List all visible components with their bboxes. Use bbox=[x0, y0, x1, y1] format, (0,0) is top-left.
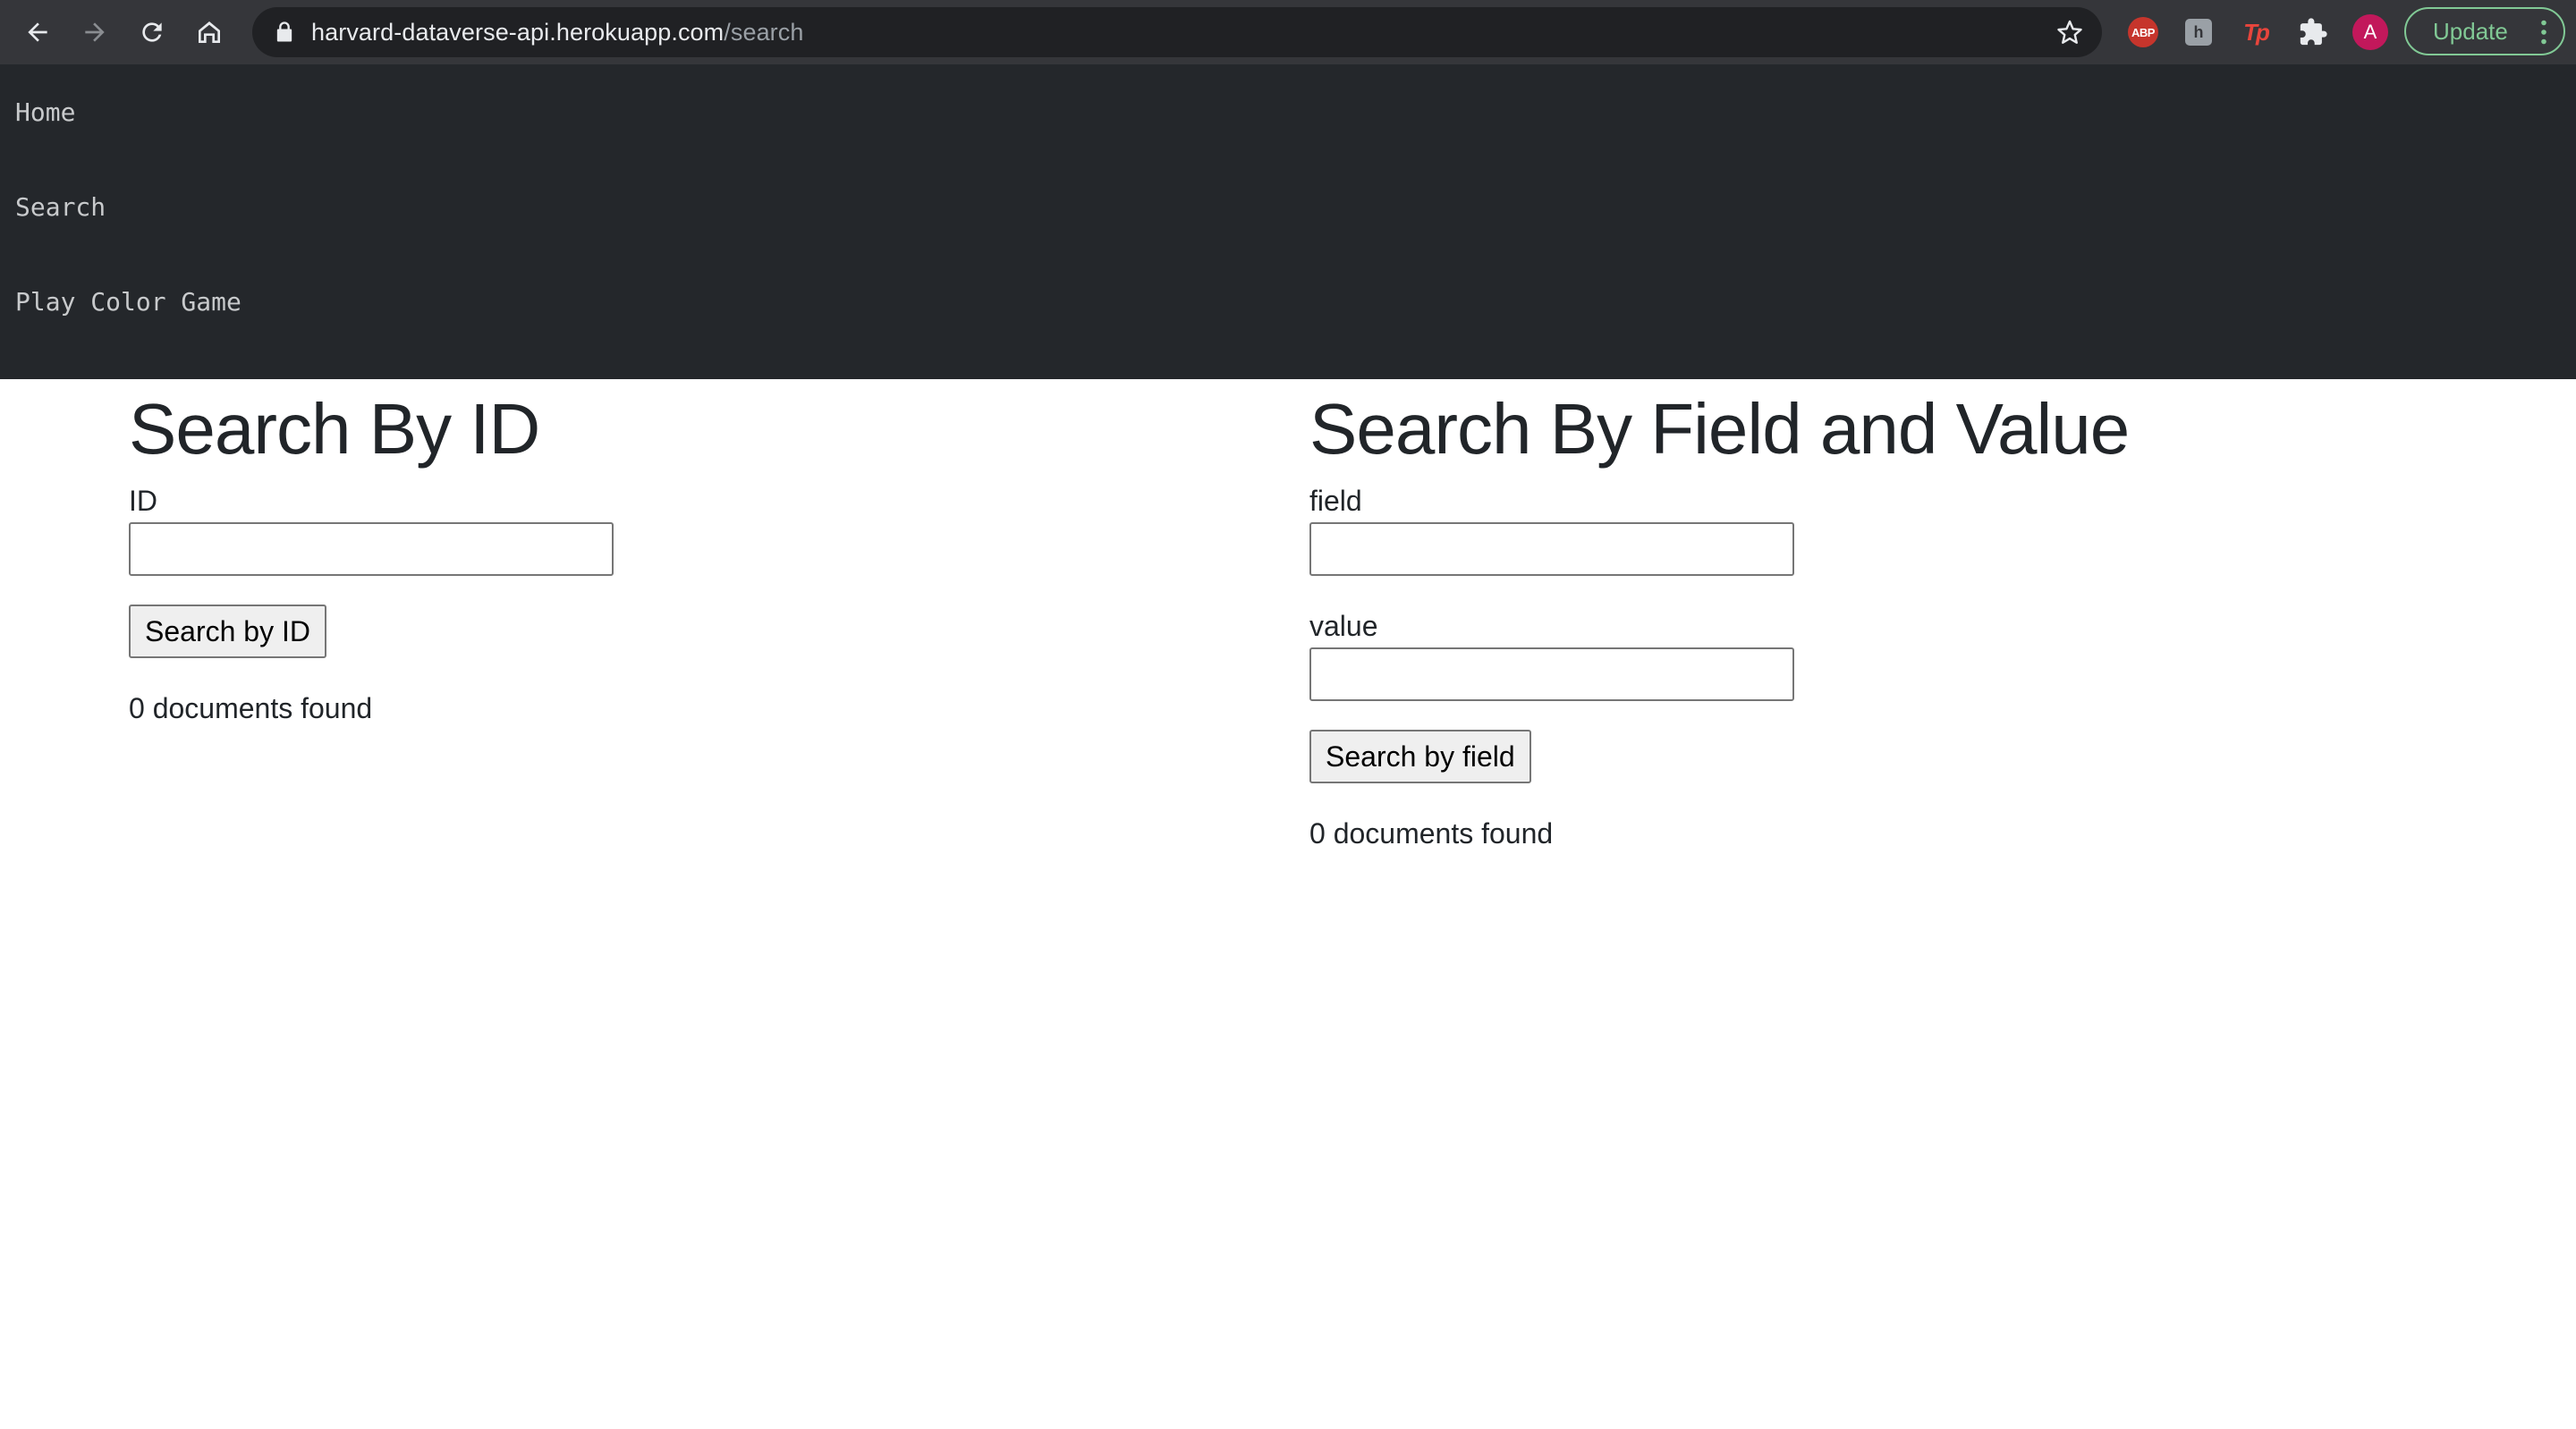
field-results-count: 0 documents found bbox=[1309, 817, 1554, 850]
home-button[interactable] bbox=[190, 13, 229, 52]
back-button[interactable] bbox=[18, 13, 57, 52]
puzzle-icon bbox=[2300, 18, 2327, 46]
value-label: value bbox=[1309, 610, 1378, 642]
adblock-icon: ABP bbox=[2128, 17, 2158, 47]
id-label: ID bbox=[129, 485, 157, 517]
tp-extension-icon: Tp bbox=[2243, 18, 2270, 46]
site-navbar: Home Search Play Color Game bbox=[0, 64, 2576, 379]
extension-button[interactable]: h bbox=[2182, 16, 2215, 48]
back-arrow-icon bbox=[28, 22, 47, 42]
tp-extension-button[interactable]: Tp bbox=[2240, 16, 2272, 48]
lock-icon bbox=[276, 21, 292, 42]
browser-toolbar: harvard-dataverse-api.herokuapp.com/sear… bbox=[0, 0, 2576, 64]
field-label: field bbox=[1309, 485, 1362, 517]
address-bar[interactable]: harvard-dataverse-api.herokuapp.com/sear… bbox=[252, 7, 2102, 57]
avatar: A bbox=[2352, 14, 2388, 50]
star-icon[interactable] bbox=[2055, 18, 2084, 47]
forward-arrow-icon bbox=[85, 22, 105, 42]
adblock-extension-button[interactable]: ABP bbox=[2127, 16, 2159, 48]
search-by-field-title: Search By Field and Value bbox=[1309, 389, 2130, 469]
id-results-count: 0 documents found bbox=[129, 692, 373, 724]
url-text[interactable]: harvard-dataverse-api.herokuapp.com/sear… bbox=[311, 7, 804, 57]
value-input[interactable] bbox=[1309, 647, 1794, 701]
update-label: Update bbox=[2433, 17, 2508, 45]
nav-item-play-color-game[interactable]: Play Color Game bbox=[15, 286, 242, 318]
update-button[interactable]: Update bbox=[2404, 7, 2565, 55]
home-icon bbox=[199, 21, 220, 43]
search-by-field-button[interactable]: Search by field bbox=[1309, 730, 1531, 783]
reload-button[interactable] bbox=[132, 13, 172, 52]
field-input[interactable] bbox=[1309, 522, 1794, 576]
search-by-id-button[interactable]: Search by ID bbox=[129, 605, 326, 658]
url-host: harvard-dataverse-api.herokuapp.com bbox=[311, 19, 724, 46]
reload-icon bbox=[142, 22, 162, 42]
profile-button[interactable]: A bbox=[2352, 14, 2388, 50]
forward-button[interactable] bbox=[75, 13, 114, 52]
id-input[interactable] bbox=[129, 522, 614, 576]
nav-item-search[interactable]: Search bbox=[15, 191, 106, 224]
kebab-menu-icon bbox=[2541, 20, 2546, 45]
search-by-id-title: Search By ID bbox=[129, 389, 540, 469]
url-path: /search bbox=[724, 19, 804, 46]
extensions-menu-button[interactable] bbox=[2297, 16, 2329, 48]
extension-icon: h bbox=[2185, 19, 2212, 46]
nav-item-home[interactable]: Home bbox=[15, 97, 75, 129]
